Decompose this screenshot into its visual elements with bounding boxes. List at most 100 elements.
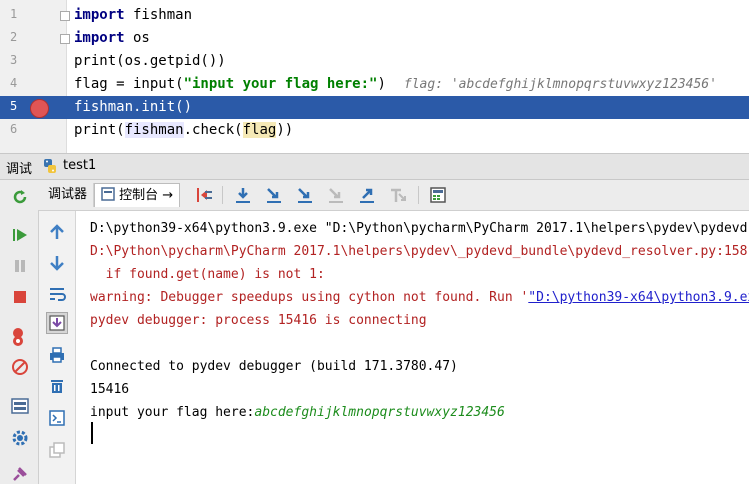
show-execution-point-button[interactable] [194,185,214,205]
code-line-5-current[interactable]: 5 fishman.init() [0,96,749,119]
toolbar-separator [418,186,419,204]
text-cursor [91,422,93,444]
string-literal: "input your flag here:" [183,76,378,92]
code-text: print( [74,122,125,138]
tab-debugger[interactable]: 调试器 [42,183,95,207]
step-over-button[interactable] [233,185,253,205]
step-out-icon [360,188,374,203]
line-number: 5 [10,99,18,113]
keyword: import [74,30,125,46]
restore-icon [49,442,65,458]
stop-button[interactable] [9,286,31,308]
console-text: warning: Debugger speedups using cython … [90,290,529,305]
soft-wrap-button[interactable] [46,283,68,305]
arrow-up-icon [50,224,64,239]
scroll-to-end-icon [49,315,65,331]
step-out-button[interactable] [357,185,377,205]
code-text: flag = input( [74,76,184,92]
run-to-cursor-icon [391,188,406,202]
calculator-icon [430,187,446,203]
arrow-icon: → [162,188,174,203]
line-number: 6 [10,122,18,136]
show-python-prompt-button[interactable] [46,407,68,429]
console-prompt: input your flag here: [90,405,255,420]
force-step-into-icon [329,188,343,203]
console-icon [101,187,115,201]
console-toolbar [39,211,76,484]
pause-button[interactable] [9,255,31,277]
console-line: D:\python39-x64\python3.9.exe "D:\Python… [90,221,749,236]
code-line-3[interactable]: 3 print(os.getpid()) [0,50,749,73]
force-step-into-button[interactable] [326,185,346,205]
run-config-name[interactable]: test1 [63,158,96,173]
code-line-1[interactable]: 1 import fishman [0,4,749,27]
breakpoints-icon [13,328,23,346]
fold-marker-icon[interactable] [60,11,70,21]
debug-side-toolbar [0,180,39,484]
resume-button[interactable] [9,224,31,246]
settings-button[interactable] [9,427,31,449]
printer-icon [50,347,64,363]
pin-button[interactable] [9,463,31,485]
step-into-icon [267,188,281,203]
line-number: 3 [10,53,18,67]
arrow-down-icon [50,256,64,271]
restore-layout-button[interactable] [46,439,68,461]
line-number: 2 [10,30,18,44]
debug-panel-title: 调试 [6,162,33,177]
code-text: .check( [183,122,243,138]
code-text: os [124,30,150,46]
code-text: ) [377,76,386,92]
console-link[interactable]: "D:\python39-x64\python3.9.exe" [528,290,749,305]
step-into-my-code-button[interactable] [295,185,315,205]
fold-marker-icon[interactable] [60,34,70,44]
mute-breakpoints-button[interactable] [9,356,31,378]
scroll-down-button[interactable] [46,252,68,274]
run-to-cursor-button[interactable] [388,185,408,205]
console-line-stderr: if found.get(name) is not 1: [90,267,325,282]
module-reference: fishman [124,122,184,138]
console-line-stderr: D:\Python\pycharm\PyCharm 2017.1\helpers… [90,244,748,259]
execution-point-icon [197,188,212,202]
evaluate-expression-button[interactable] [428,185,448,205]
step-into-my-code-icon [298,188,312,203]
python-icon [44,159,56,173]
scroll-to-end-button[interactable] [46,312,68,334]
keyword: import [74,7,125,23]
code-line-2[interactable]: 2 import os [0,27,749,50]
code-editor[interactable]: 1 import fishman 2 import os 3 print(os.… [0,0,749,153]
step-into-button[interactable] [264,185,284,205]
stop-icon [14,291,26,303]
print-button[interactable] [46,344,68,366]
line-number: 1 [10,7,18,21]
inline-value-hint: flag: 'abcdefghijklmnopqrstuvwxyz123456' [403,77,717,92]
layout-button[interactable] [9,395,31,417]
tab-console-label: 控制台 [119,188,159,203]
breakpoint-icon[interactable] [30,99,49,118]
code-text: fishman.init() [74,99,193,115]
console-line-stderr: warning: Debugger speedups using cython … [90,289,749,306]
view-breakpoints-button[interactable] [9,326,31,348]
code-line-4[interactable]: 4 flag = input("input your flag here:") f… [0,73,749,96]
debug-panel-header: 调试 test1 [0,153,749,180]
debug-tab-toolbar: 调试器 控制台 → [38,180,749,211]
mute-breakpoints-icon [12,359,28,375]
console-line-stderr: pydev debugger: process 15416 is connect… [90,313,427,328]
rerun-button[interactable] [9,186,31,208]
resume-icon [13,229,27,241]
console-output[interactable]: D:\python39-x64\python3.9.exe "D:\Python… [76,211,749,484]
code-text: print(os.getpid()) [74,53,226,69]
layout-icon [11,398,29,414]
console-line: input your flag here:abcdefghijklmnopqrs… [90,404,505,421]
tab-console[interactable]: 控制台 → [94,183,181,207]
scroll-up-button[interactable] [46,221,68,243]
clear-all-button[interactable] [46,375,68,397]
pause-icon [15,260,25,272]
code-line-6[interactable]: 6 print(fishman.check(flag)) [0,119,749,142]
rerun-icon [13,190,27,204]
code-text: fishman [124,7,193,23]
trash-icon [51,380,63,393]
toolbar-separator [222,186,223,204]
line-number: 4 [10,76,18,90]
terminal-icon [49,410,65,426]
